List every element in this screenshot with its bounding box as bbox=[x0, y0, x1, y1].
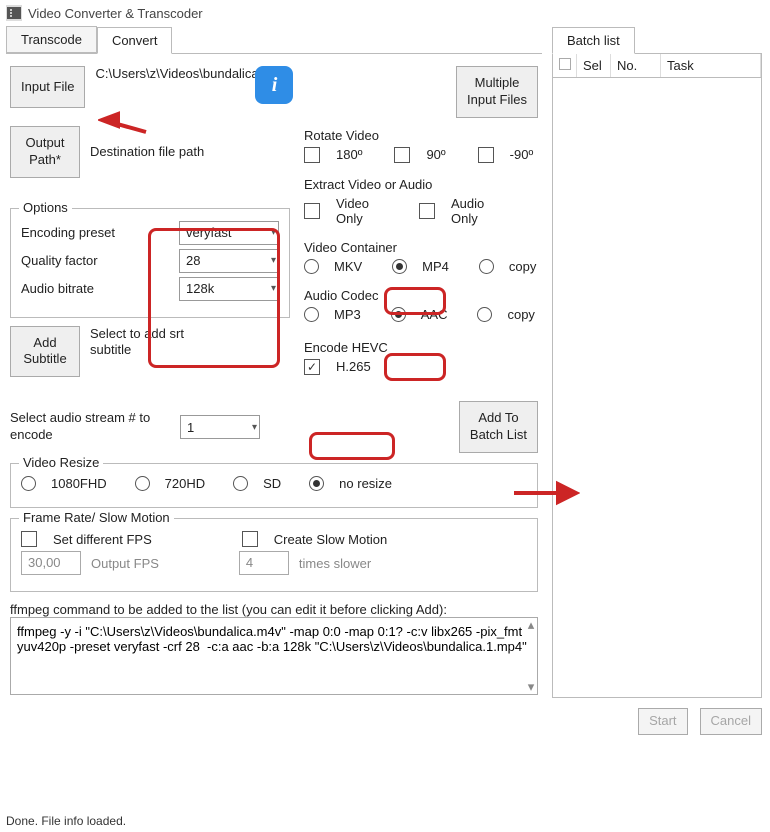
app-icon bbox=[6, 5, 22, 21]
audio-codec-label: Audio Codec bbox=[304, 288, 538, 303]
encoding-preset-label: Encoding preset bbox=[21, 225, 115, 240]
select-audio-stream-label: Select audio stream # to encode bbox=[10, 410, 170, 444]
start-button[interactable]: Start bbox=[638, 708, 687, 735]
resize-720-radio[interactable] bbox=[135, 476, 150, 491]
container-mkv-radio[interactable] bbox=[304, 259, 319, 274]
quality-factor-label: Quality factor bbox=[21, 253, 98, 268]
scrollbar[interactable]: ▴▾ bbox=[524, 617, 538, 695]
add-to-batch-button[interactable]: Add To Batch List bbox=[459, 401, 538, 453]
create-slow-checkbox[interactable] bbox=[242, 531, 258, 547]
ffmpeg-cmd-textarea[interactable] bbox=[10, 617, 538, 695]
input-file-path: C:\Users\z\Videos\bundalica.m4v bbox=[95, 66, 245, 83]
video-only-checkbox[interactable] bbox=[304, 203, 320, 219]
rotate-180-checkbox[interactable] bbox=[304, 147, 320, 163]
tab-batch-list[interactable]: Batch list bbox=[552, 27, 635, 54]
chevron-down-icon: ▾ bbox=[271, 283, 276, 294]
audio-bitrate-label: Audio bitrate bbox=[21, 281, 94, 296]
chevron-down-icon: ▾ bbox=[271, 255, 276, 266]
audio-bitrate-select[interactable]: 128k▾ bbox=[179, 277, 279, 301]
batch-table-header: Sel No. Task bbox=[552, 53, 762, 78]
info-icon[interactable]: i bbox=[255, 66, 293, 104]
batch-list-body bbox=[552, 78, 762, 698]
options-legend: Options bbox=[19, 200, 72, 215]
options-group: Options Encoding preset veryfast▾ Qualit… bbox=[10, 208, 290, 318]
output-path-label: Destination file path bbox=[90, 144, 204, 159]
chevron-down-icon: ▾ bbox=[252, 422, 257, 433]
window-title: Video Converter & Transcoder bbox=[28, 6, 203, 21]
codec-mp3-radio[interactable] bbox=[304, 307, 319, 322]
rotate-90-checkbox[interactable] bbox=[394, 147, 410, 163]
rotate-video-label: Rotate Video bbox=[304, 128, 538, 143]
container-copy-radio[interactable] bbox=[479, 259, 494, 274]
input-file-button[interactable]: Input File bbox=[10, 66, 85, 108]
codec-aac-radio[interactable] bbox=[391, 307, 406, 322]
video-resize-group: Video Resize 1080FHD 720HD SD no resize bbox=[10, 463, 538, 508]
resize-1080-radio[interactable] bbox=[21, 476, 36, 491]
status-bar: Done. File info loaded. bbox=[6, 814, 126, 828]
resize-none-radio[interactable] bbox=[309, 476, 324, 491]
video-container-label: Video Container bbox=[304, 240, 538, 255]
set-fps-checkbox[interactable] bbox=[21, 531, 37, 547]
quality-factor-select[interactable]: 28▾ bbox=[179, 249, 279, 273]
codec-copy-radio[interactable] bbox=[477, 307, 492, 322]
framerate-group: Frame Rate/ Slow Motion Set different FP… bbox=[10, 518, 538, 592]
cancel-button[interactable]: Cancel bbox=[700, 708, 762, 735]
ffmpeg-cmd-label: ffmpeg command to be added to the list (… bbox=[10, 602, 538, 617]
tab-transcode[interactable]: Transcode bbox=[6, 26, 97, 53]
encoding-preset-select[interactable]: veryfast▾ bbox=[179, 221, 279, 245]
slow-times-input[interactable]: 4 bbox=[239, 551, 289, 575]
tab-convert[interactable]: Convert bbox=[97, 27, 173, 54]
chevron-down-icon: ▾ bbox=[271, 227, 276, 238]
times-slower-label: times slower bbox=[299, 556, 371, 571]
h265-checkbox[interactable]: ✓ bbox=[304, 359, 320, 375]
container-mp4-radio[interactable] bbox=[392, 259, 407, 274]
encode-hevc-label: Encode HEVC bbox=[304, 340, 538, 355]
extract-label: Extract Video or Audio bbox=[304, 177, 538, 192]
audio-only-checkbox[interactable] bbox=[419, 203, 435, 219]
audio-stream-select[interactable]: 1▾ bbox=[180, 415, 260, 439]
resize-sd-radio[interactable] bbox=[233, 476, 248, 491]
output-fps-label: Output FPS bbox=[91, 556, 159, 571]
output-path-button[interactable]: Output Path* bbox=[10, 126, 80, 178]
select-srt-label: Select to add srt subtitle bbox=[90, 326, 210, 360]
batch-select-all-checkbox[interactable] bbox=[559, 58, 571, 70]
rotate-neg90-checkbox[interactable] bbox=[478, 147, 494, 163]
add-subtitle-button[interactable]: Add Subtitle bbox=[10, 326, 80, 378]
main-tabs: Transcode Convert bbox=[6, 26, 542, 54]
titlebar: Video Converter & Transcoder bbox=[0, 0, 770, 26]
fps-input[interactable]: 30,00 bbox=[21, 551, 81, 575]
multiple-input-button[interactable]: Multiple Input Files bbox=[456, 66, 538, 118]
